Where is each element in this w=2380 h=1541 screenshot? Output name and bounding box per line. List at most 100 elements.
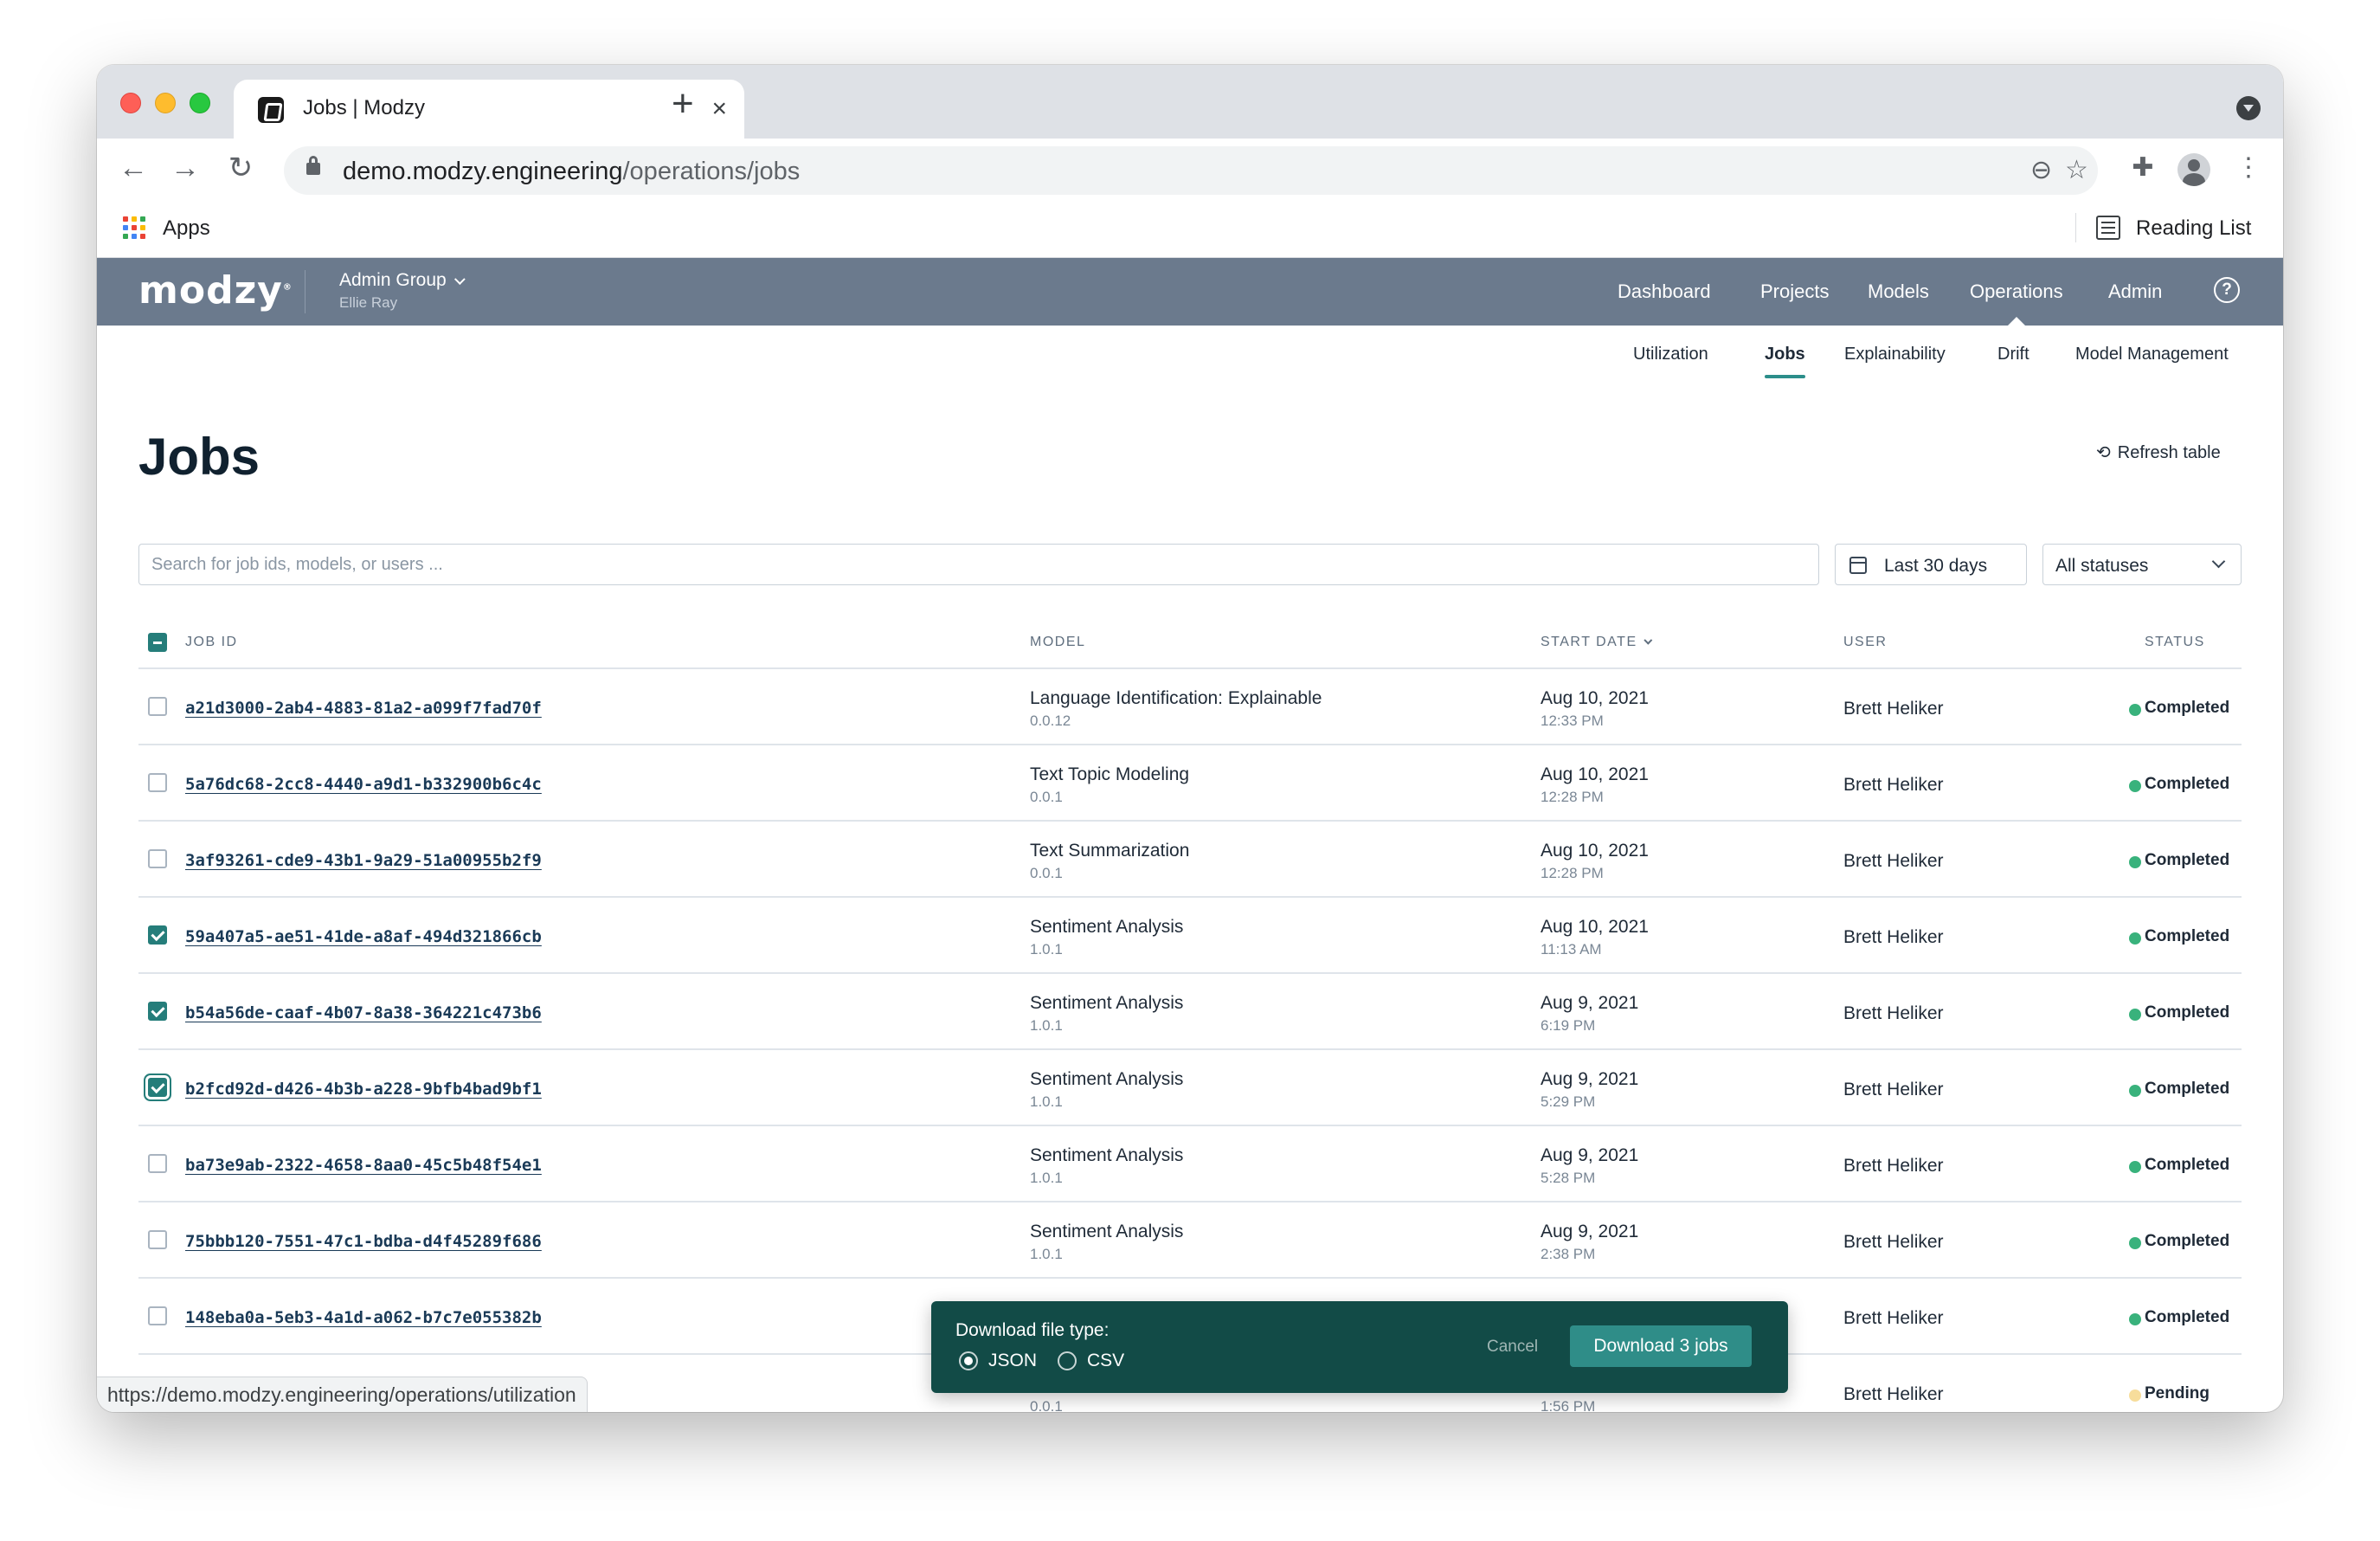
row-checkbox[interactable]	[148, 773, 167, 792]
date-range-filter[interactable]: Last 30 days	[1835, 544, 2027, 585]
extensions-puzzle-icon[interactable]: ✚	[2126, 151, 2160, 185]
model-name: Sentiment Analysis	[1030, 917, 1184, 937]
model-name: Sentiment Analysis	[1030, 1069, 1184, 1089]
apps-grid-icon[interactable]	[123, 216, 145, 239]
column-header-start-date[interactable]: START DATE	[1541, 635, 1652, 650]
job-id-link[interactable]: b54a56de-caaf-4b07-8a38-364221c473b6	[185, 1003, 542, 1022]
status-dot-icon	[2129, 780, 2141, 792]
status-badge: Completed	[2145, 699, 2230, 717]
table-row[interactable]: a21d3000-2ab4-4883-81a2-a099f7fad70f Lang…	[138, 669, 2242, 745]
row-checkbox[interactable]	[148, 849, 167, 868]
job-user: Brett Heliker	[1843, 927, 1944, 947]
table-row[interactable]: b2fcd92d-d426-4b3b-a228-9bfb4bad9bf1 Sent…	[138, 1050, 2242, 1126]
nav-admin[interactable]: Admin	[2108, 280, 2162, 303]
job-id-link[interactable]: 3af93261-cde9-43b1-9a29-51a00955b2f9	[185, 851, 542, 870]
model-version: 0.0.12	[1030, 712, 1071, 729]
row-checkbox[interactable]	[148, 1306, 167, 1325]
sort-desc-icon	[1643, 635, 1652, 645]
subnav-utilization[interactable]: Utilization	[1633, 345, 1708, 364]
job-id-link[interactable]: 59a407a5-ae51-41de-a8af-494d321866cb	[185, 927, 542, 946]
json-radio[interactable]	[959, 1351, 978, 1370]
table-row[interactable]: 75bbb120-7551-47c1-bdba-d4f45289f686 Sent…	[138, 1202, 2242, 1279]
status-dot-icon	[2129, 1313, 2141, 1325]
group-switcher[interactable]: Admin Group	[339, 270, 466, 291]
status-filter-select[interactable]: All statuses	[2042, 544, 2242, 585]
row-checkbox[interactable]	[148, 697, 167, 716]
reload-icon[interactable]: ↻	[223, 151, 258, 185]
modzy-logo[interactable]: modzy®	[138, 268, 293, 313]
search-field[interactable]	[138, 544, 1819, 585]
job-id-link[interactable]: b2fcd92d-d426-4b3b-a228-9bfb4bad9bf1	[185, 1080, 542, 1099]
refresh-icon: ⟲	[2096, 443, 2111, 462]
help-icon[interactable]: ?	[2214, 277, 2240, 303]
row-checkbox[interactable]	[148, 925, 167, 945]
job-user: Brett Heliker	[1843, 851, 1944, 871]
model-version: 0.0.1	[1030, 789, 1063, 805]
status-dot-icon	[2129, 1085, 2141, 1097]
browser-tab[interactable]: Jobs | Modzy ×	[234, 80, 744, 139]
lock-icon	[306, 156, 320, 175]
close-tab-icon[interactable]: ×	[711, 92, 727, 126]
cancel-button[interactable]: Cancel	[1487, 1338, 1538, 1357]
start-date: Aug 10, 2021	[1541, 841, 1649, 861]
close-window-button[interactable]	[120, 93, 141, 113]
status-dot-icon	[2129, 1161, 2141, 1173]
bookmark-star-icon[interactable]: ☆	[2065, 155, 2088, 186]
minimize-window-button[interactable]	[155, 93, 176, 113]
status-dot-icon	[2129, 1237, 2141, 1249]
refresh-table-button[interactable]: ⟲ Refresh table	[2096, 442, 2221, 463]
job-id-link[interactable]: a21d3000-2ab4-4883-81a2-a099f7fad70f	[185, 699, 542, 718]
zoom-window-button[interactable]	[190, 93, 210, 113]
job-user: Brett Heliker	[1843, 1080, 1944, 1099]
nav-projects[interactable]: Projects	[1760, 280, 1829, 303]
start-date: Aug 9, 2021	[1541, 993, 1639, 1013]
row-checkbox[interactable]	[148, 1002, 167, 1021]
status-dot-icon	[2129, 856, 2141, 868]
subnav-jobs[interactable]: Jobs	[1765, 345, 1805, 378]
row-checkbox[interactable]	[148, 1078, 167, 1097]
job-id-link[interactable]: 148eba0a-5eb3-4a1d-a062-b7c7e055382b	[185, 1308, 542, 1327]
table-row[interactable]: ba73e9ab-2322-4658-8aa0-45c5b48f54e1 Sent…	[138, 1126, 2242, 1202]
row-checkbox[interactable]	[148, 1154, 167, 1173]
subnav-model-management[interactable]: Model Management	[2075, 345, 2229, 364]
nav-dashboard[interactable]: Dashboard	[1618, 280, 1711, 303]
profile-avatar-icon[interactable]	[2177, 153, 2210, 186]
table-row[interactable]: 5a76dc68-2cc8-4440-a9d1-b332900b6c4c Text…	[138, 745, 2242, 822]
start-date: Aug 10, 2021	[1541, 688, 1649, 708]
more-menu-icon[interactable]: ⋮	[2231, 151, 2266, 185]
search-input[interactable]	[151, 555, 1796, 575]
status-badge: Completed	[2145, 927, 2230, 945]
nav-operations[interactable]: Operations	[1970, 280, 2063, 326]
download-toast: Download file type: JSON CSV Cancel Down…	[931, 1301, 1788, 1393]
select-all-checkbox[interactable]	[148, 633, 167, 652]
subnav-drift[interactable]: Drift	[1997, 345, 2029, 364]
download-jobs-button[interactable]: Download 3 jobs	[1570, 1325, 1752, 1367]
table-row[interactable]: 3af93261-cde9-43b1-9a29-51a00955b2f9 Text…	[138, 822, 2242, 898]
status-dot-icon	[2129, 1389, 2141, 1402]
new-tab-button[interactable]: +	[672, 82, 694, 126]
tab-title: Jobs | Modzy	[303, 96, 425, 119]
address-bar[interactable]: demo.modzy.engineering/operations/jobs ⊖…	[284, 146, 2098, 195]
forward-arrow-icon[interactable]: →	[168, 151, 203, 185]
job-id-link[interactable]: 75bbb120-7551-47c1-bdba-d4f45289f686	[185, 1232, 542, 1251]
row-checkbox[interactable]	[148, 1230, 167, 1249]
column-header-model: MODEL	[1030, 635, 1086, 649]
job-id-link[interactable]: 5a76dc68-2cc8-4440-a9d1-b332900b6c4c	[185, 775, 542, 794]
status-badge: Completed	[2145, 1232, 2230, 1250]
table-row[interactable]: b54a56de-caaf-4b07-8a38-364221c473b6 Sent…	[138, 974, 2242, 1050]
json-radio-label[interactable]: JSON	[988, 1351, 1037, 1371]
start-time: 11:13 AM	[1541, 941, 1602, 957]
reading-list-icon[interactable]	[2096, 216, 2120, 240]
tab-search-icon[interactable]	[2236, 96, 2261, 120]
csv-radio[interactable]	[1058, 1351, 1077, 1370]
nav-models[interactable]: Models	[1868, 280, 1929, 303]
subnav-explainability[interactable]: Explainability	[1844, 345, 1946, 364]
zoom-out-icon[interactable]: ⊖	[2030, 155, 2052, 186]
reading-list-button[interactable]: Reading List	[2136, 216, 2251, 241]
back-arrow-icon[interactable]: ←	[116, 151, 151, 185]
table-row[interactable]: 59a407a5-ae51-41de-a8af-494d321866cb Sent…	[138, 898, 2242, 974]
csv-radio-label[interactable]: CSV	[1087, 1351, 1124, 1371]
start-time: 5:28 PM	[1541, 1170, 1596, 1186]
job-id-link[interactable]: ba73e9ab-2322-4658-8aa0-45c5b48f54e1	[185, 1156, 542, 1175]
apps-bookmark[interactable]: Apps	[163, 216, 210, 241]
